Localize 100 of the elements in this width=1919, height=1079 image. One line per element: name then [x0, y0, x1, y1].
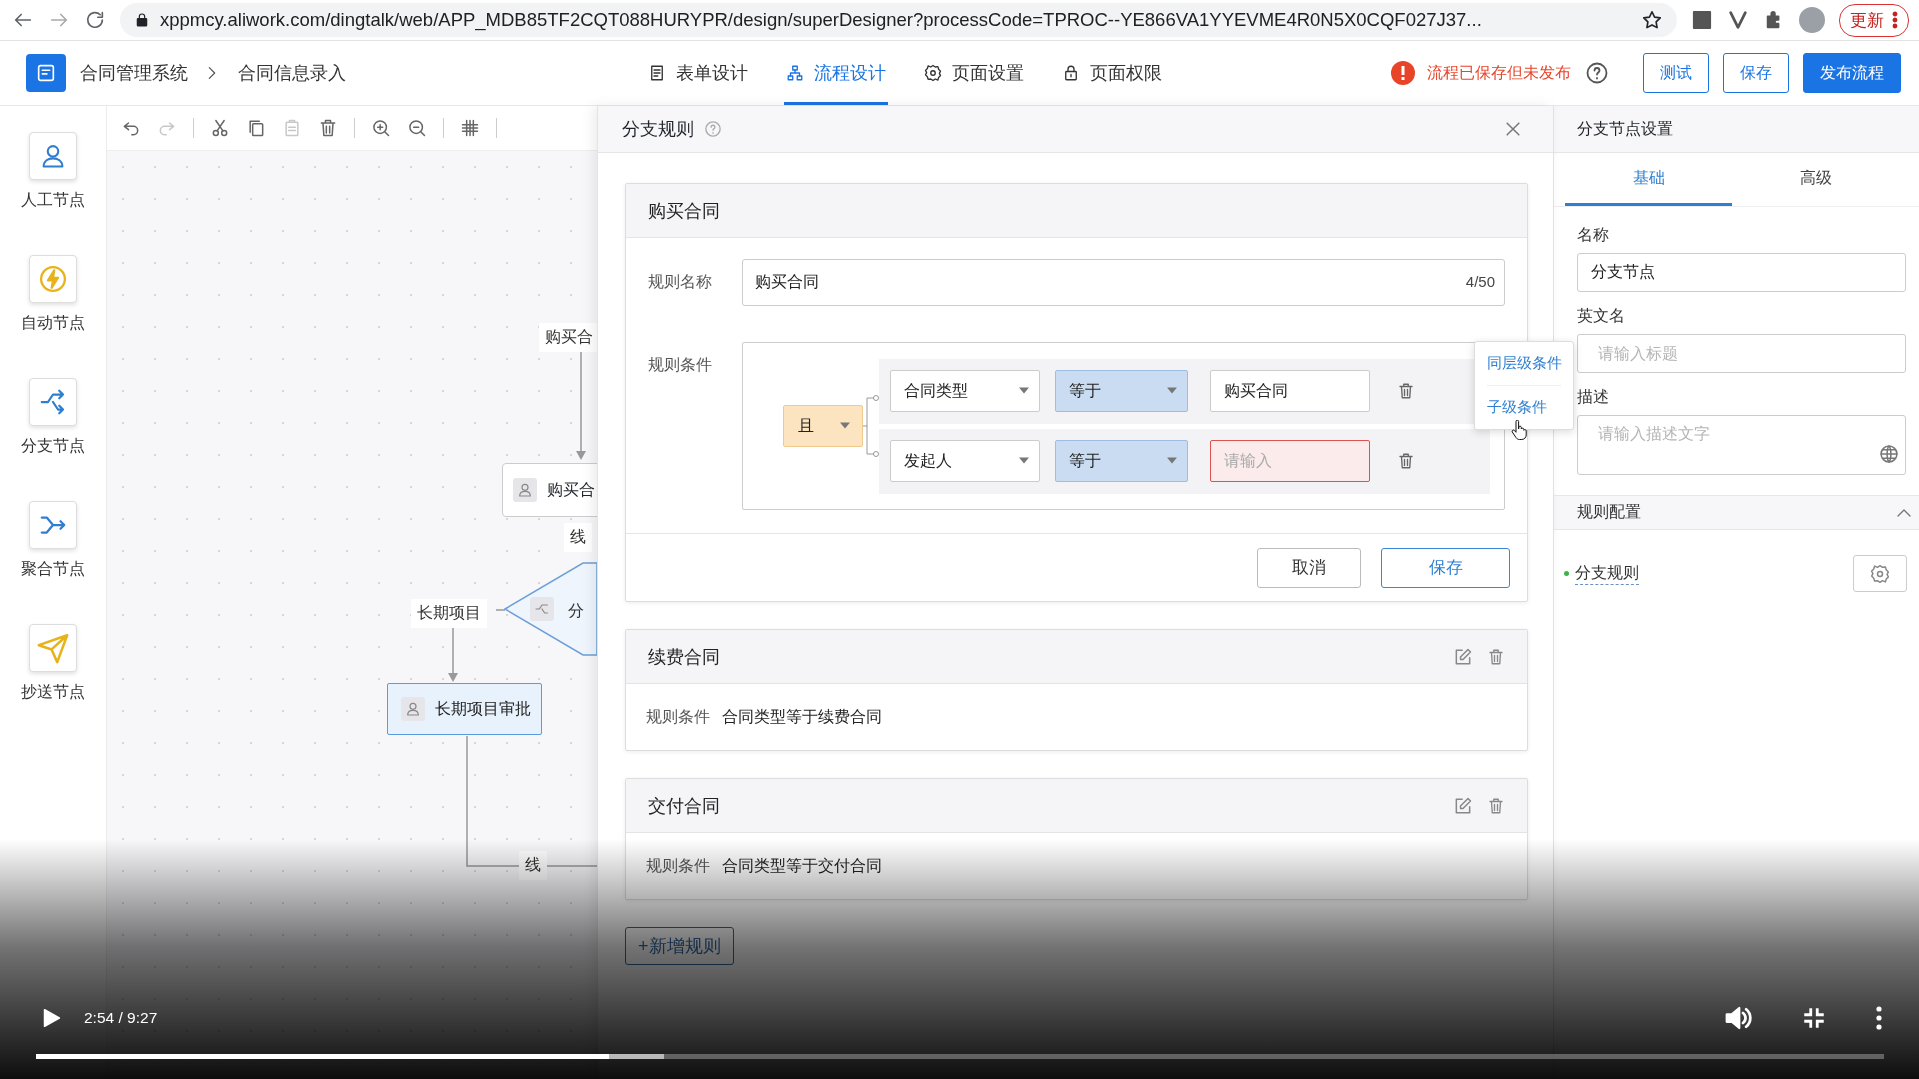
address-bar[interactable]: xppmcy.aliwork.com/dingtalk/web/APP_MDB85TF2CQT088HURYPR/design/superDesigner?processCode=TPROC--YE866VA1YYEVME4R0N5X0CQF027J37...	[120, 3, 1677, 37]
palette-label: 抄送节点	[21, 682, 85, 702]
value-field[interactable]: 请输入	[1210, 440, 1370, 482]
header-button[interactable]: 测试	[1643, 53, 1709, 93]
extension-icon[interactable]	[1691, 9, 1713, 31]
toolbar-button[interactable]	[460, 118, 480, 138]
condition-text: 合同类型等于续费合同	[722, 706, 882, 727]
header-tab[interactable]: 表单设计	[646, 41, 750, 105]
delete-button[interactable]	[1397, 381, 1415, 401]
grid-icon	[460, 118, 480, 138]
menu-item[interactable]: 同层级条件	[1487, 342, 1561, 385]
connector-line	[495, 609, 506, 611]
trash-icon	[318, 118, 338, 138]
connector-arrow	[448, 627, 458, 682]
caret-down-icon	[840, 422, 850, 430]
palette-label: 聚合节点	[21, 559, 85, 579]
panel-tab[interactable]: 高级	[1732, 153, 1899, 206]
description-field[interactable]: 请输入描述文字	[1577, 415, 1906, 475]
url-text: xppmcy.aliwork.com/dingtalk/web/APP_MDB85TF2CQT088HURYPR/design/superDesigner?processCode=TPROC--YE866VA1YYEVME4R0N5X0CQF027J37...	[160, 9, 1483, 31]
video-time: 2:54 / 9:27	[84, 1009, 158, 1027]
settings-button[interactable]	[1853, 555, 1907, 592]
toolbar-button[interactable]	[246, 118, 266, 138]
publish-button[interactable]: 发布流程	[1803, 53, 1901, 93]
copy-icon	[246, 118, 266, 138]
field-label: 规则条件	[648, 355, 713, 375]
caret-down-icon	[1167, 387, 1177, 395]
reload-icon	[84, 9, 106, 31]
header-tab[interactable]: 页面设置	[922, 41, 1026, 105]
node-tile[interactable]	[29, 378, 77, 426]
edit-button[interactable]	[1453, 795, 1473, 816]
operator-select[interactable]: 等于	[1055, 370, 1188, 412]
header-tab[interactable]: 页面权限	[1060, 41, 1164, 105]
person-icon	[517, 482, 533, 498]
toolbar-button[interactable]	[210, 118, 230, 138]
node-label: 分	[567, 601, 585, 621]
toolbar-button[interactable]	[407, 118, 427, 138]
node-tile[interactable]	[29, 255, 77, 303]
clipboard-icon	[282, 118, 302, 138]
profile-avatar[interactable]	[1799, 7, 1825, 33]
rule-link[interactable]: 分支规则	[1575, 562, 1639, 585]
process-node[interactable]: 长期项目审批	[387, 683, 542, 735]
header-button[interactable]: 保存	[1723, 53, 1789, 93]
scissors-icon	[210, 118, 230, 138]
update-button[interactable]: 更新	[1839, 3, 1909, 37]
cancel-button[interactable]: 取消	[1257, 547, 1361, 588]
field-select[interactable]: 发起人	[890, 440, 1040, 482]
node-tile[interactable]	[29, 132, 77, 180]
save-button[interactable]: 保存	[1381, 547, 1510, 588]
rule-title: 购买合同	[648, 199, 721, 223]
lock-icon	[1062, 64, 1080, 82]
node-label: 购买合	[547, 479, 595, 500]
panel-tab[interactable]: 基础	[1565, 153, 1732, 206]
gear-icon	[924, 64, 942, 82]
globe-icon	[1879, 444, 1899, 464]
edge-label: 线	[519, 851, 547, 880]
breadcrumb-link[interactable]: 合同管理系统	[80, 61, 188, 85]
field-label: 名称	[1577, 225, 1610, 245]
field-select[interactable]: 合同类型	[890, 370, 1040, 412]
value-field[interactable]: 购买合同	[1210, 370, 1370, 412]
status-text: 流程已保存但未发布	[1427, 62, 1571, 83]
edge-label: 购买合	[539, 323, 597, 352]
zoom-in-icon	[371, 118, 391, 138]
process-node[interactable]: 购买合	[502, 463, 597, 517]
person-icon	[405, 701, 421, 717]
status-dot	[1564, 571, 1569, 576]
lock-icon	[134, 12, 150, 28]
delete-button[interactable]	[1397, 451, 1415, 471]
field-label: 描述	[1577, 387, 1610, 407]
document-icon	[648, 64, 666, 82]
star-icon	[1641, 9, 1663, 31]
gear-icon	[1870, 563, 1890, 584]
video-progress[interactable]	[36, 1054, 1884, 1059]
logic-select[interactable]: 且	[783, 405, 863, 447]
field-label: 规则条件	[646, 706, 710, 727]
breadcrumb-current: 合同信息录入	[238, 62, 346, 85]
operator-select[interactable]: 等于	[1055, 440, 1188, 482]
caret-down-icon	[1167, 457, 1177, 465]
text-field[interactable]: 请输入标题	[1577, 334, 1906, 373]
app-logo[interactable]	[26, 54, 66, 92]
toolbar-button[interactable]	[371, 118, 391, 138]
field-label: 英文名	[1577, 306, 1626, 326]
field-label: 规则名称	[648, 272, 713, 292]
rule-title: 续费合同	[648, 645, 721, 669]
node-tile[interactable]	[29, 501, 77, 549]
toolbar-button[interactable]	[318, 118, 338, 138]
section-title: 规则配置	[1577, 502, 1642, 522]
reload-button[interactable]	[84, 9, 106, 31]
v-shape-icon	[1727, 9, 1749, 31]
condition-text: 合同类型等于交付合同	[722, 855, 882, 876]
more-button[interactable]	[1875, 1005, 1883, 1031]
extension-icon[interactable]	[1727, 9, 1749, 31]
text-field[interactable]: 分支节点	[1577, 253, 1906, 292]
edge-label: 线	[564, 523, 592, 552]
edit-button[interactable]	[1453, 646, 1473, 667]
trash-icon	[1397, 451, 1415, 471]
square-icon	[1691, 9, 1713, 31]
more-icon	[1875, 1005, 1883, 1031]
exit-fullscreen-button[interactable]	[1801, 1005, 1827, 1031]
node-tile[interactable]	[29, 624, 77, 672]
caret-down-icon	[1019, 457, 1029, 465]
